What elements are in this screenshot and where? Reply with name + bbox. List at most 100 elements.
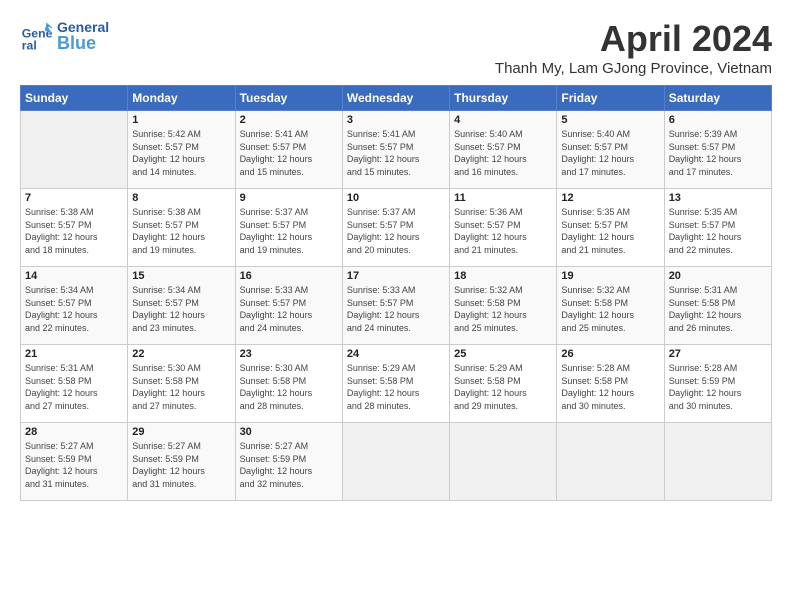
day-info: Sunrise: 5:29 AM Sunset: 5:58 PM Dayligh… xyxy=(454,362,552,412)
logo-blue-text: Blue xyxy=(57,34,109,52)
calendar-cell: 3 Sunrise: 5:41 AM Sunset: 5:57 PM Daylig… xyxy=(342,111,449,189)
calendar-cell: 14Sunrise: 5:34 AM Sunset: 5:57 PM Dayli… xyxy=(21,267,128,345)
day-number: 29 xyxy=(132,426,230,438)
calendar-title: April 2024 xyxy=(495,18,772,60)
day-info: Sunrise: 5:33 AM Sunset: 5:57 PM Dayligh… xyxy=(347,284,445,334)
calendar-cell: 9 Sunrise: 5:37 AM Sunset: 5:57 PM Daylig… xyxy=(235,189,342,267)
day-info: Sunrise: 5:42 AM Sunset: 5:57 PM Dayligh… xyxy=(132,128,230,178)
day-info: Sunrise: 5:41 AM Sunset: 5:57 PM Dayligh… xyxy=(240,128,338,178)
calendar-cell: 26 Sunrise: 5:28 AM Sunset: 5:58 PM Dayli… xyxy=(557,345,664,423)
day-number: 18 xyxy=(454,270,552,282)
calendar-header: Sunday Monday Tuesday Wednesday Thursday… xyxy=(21,86,772,111)
day-info: Sunrise: 5:27 AM Sunset: 5:59 PM Dayligh… xyxy=(25,440,123,490)
calendar-cell: 6 Sunrise: 5:39 AM Sunset: 5:57 PM Daylig… xyxy=(664,111,771,189)
calendar-cell: 10 Sunrise: 5:37 AM Sunset: 5:57 PM Dayli… xyxy=(342,189,449,267)
calendar-cell: 21 Sunrise: 5:31 AM Sunset: 5:58 PM Dayli… xyxy=(21,345,128,423)
day-info: Sunrise: 5:38 AM Sunset: 5:57 PM Dayligh… xyxy=(132,206,230,256)
calendar-cell xyxy=(664,423,771,501)
calendar-cell: 13Sunrise: 5:35 AM Sunset: 5:57 PM Dayli… xyxy=(664,189,771,267)
calendar-cell: 24 Sunrise: 5:29 AM Sunset: 5:58 PM Dayli… xyxy=(342,345,449,423)
calendar-cell: 19 Sunrise: 5:32 AM Sunset: 5:58 PM Dayli… xyxy=(557,267,664,345)
calendar-cell: 2 Sunrise: 5:41 AM Sunset: 5:57 PM Daylig… xyxy=(235,111,342,189)
day-info: Sunrise: 5:38 AM Sunset: 5:57 PM Dayligh… xyxy=(25,206,123,256)
calendar-body: 1 Sunrise: 5:42 AM Sunset: 5:57 PM Daylig… xyxy=(21,111,772,501)
day-info: Sunrise: 5:40 AM Sunset: 5:57 PM Dayligh… xyxy=(561,128,659,178)
page: Gene ral General Blue April 2024 Thanh M… xyxy=(0,0,792,511)
day-info: Sunrise: 5:36 AM Sunset: 5:57 PM Dayligh… xyxy=(454,206,552,256)
calendar-week-5: 28 Sunrise: 5:27 AM Sunset: 5:59 PM Dayli… xyxy=(21,423,772,501)
calendar-cell: 18 Sunrise: 5:32 AM Sunset: 5:58 PM Dayli… xyxy=(450,267,557,345)
day-info: Sunrise: 5:37 AM Sunset: 5:57 PM Dayligh… xyxy=(240,206,338,256)
day-number: 17 xyxy=(347,270,445,282)
calendar-week-3: 14Sunrise: 5:34 AM Sunset: 5:57 PM Dayli… xyxy=(21,267,772,345)
logo-icon: Gene ral xyxy=(20,18,55,53)
header-row: Sunday Monday Tuesday Wednesday Thursday… xyxy=(21,86,772,111)
day-number: 6 xyxy=(669,114,767,126)
day-number: 9 xyxy=(240,192,338,204)
day-info: Sunrise: 5:31 AM Sunset: 5:58 PM Dayligh… xyxy=(669,284,767,334)
day-info: Sunrise: 5:32 AM Sunset: 5:58 PM Dayligh… xyxy=(561,284,659,334)
day-number: 4 xyxy=(454,114,552,126)
day-number: 16 xyxy=(240,270,338,282)
header-saturday: Saturday xyxy=(664,86,771,111)
calendar-cell: 27Sunrise: 5:28 AM Sunset: 5:59 PM Dayli… xyxy=(664,345,771,423)
header: Gene ral General Blue April 2024 Thanh M… xyxy=(20,18,772,77)
day-number: 27 xyxy=(669,348,767,360)
day-info: Sunrise: 5:28 AM Sunset: 5:58 PM Dayligh… xyxy=(561,362,659,412)
day-number: 26 xyxy=(561,348,659,360)
logo: Gene ral General Blue xyxy=(20,18,109,53)
calendar-subtitle: Thanh My, Lam GJong Province, Vietnam xyxy=(495,60,772,77)
day-number: 3 xyxy=(347,114,445,126)
day-number: 11 xyxy=(454,192,552,204)
calendar-cell: 15Sunrise: 5:34 AM Sunset: 5:57 PM Dayli… xyxy=(128,267,235,345)
calendar-cell: 8 Sunrise: 5:38 AM Sunset: 5:57 PM Daylig… xyxy=(128,189,235,267)
calendar-cell: 30 Sunrise: 5:27 AM Sunset: 5:59 PM Dayli… xyxy=(235,423,342,501)
day-info: Sunrise: 5:27 AM Sunset: 5:59 PM Dayligh… xyxy=(240,440,338,490)
calendar-cell: 4 Sunrise: 5:40 AM Sunset: 5:57 PM Daylig… xyxy=(450,111,557,189)
day-info: Sunrise: 5:41 AM Sunset: 5:57 PM Dayligh… xyxy=(347,128,445,178)
day-number: 2 xyxy=(240,114,338,126)
day-info: Sunrise: 5:31 AM Sunset: 5:58 PM Dayligh… xyxy=(25,362,123,412)
calendar-week-1: 1 Sunrise: 5:42 AM Sunset: 5:57 PM Daylig… xyxy=(21,111,772,189)
calendar-cell: 20 Sunrise: 5:31 AM Sunset: 5:58 PM Dayli… xyxy=(664,267,771,345)
day-number: 25 xyxy=(454,348,552,360)
calendar-cell xyxy=(21,111,128,189)
svg-text:ral: ral xyxy=(22,39,37,53)
logo-general-text: General xyxy=(57,20,109,34)
calendar-cell xyxy=(450,423,557,501)
day-info: Sunrise: 5:37 AM Sunset: 5:57 PM Dayligh… xyxy=(347,206,445,256)
calendar-cell: 16Sunrise: 5:33 AM Sunset: 5:57 PM Dayli… xyxy=(235,267,342,345)
day-number: 1 xyxy=(132,114,230,126)
title-area: April 2024 Thanh My, Lam GJong Province,… xyxy=(495,18,772,77)
header-tuesday: Tuesday xyxy=(235,86,342,111)
calendar-table: Sunday Monday Tuesday Wednesday Thursday… xyxy=(20,85,772,501)
header-monday: Monday xyxy=(128,86,235,111)
header-thursday: Thursday xyxy=(450,86,557,111)
day-number: 28 xyxy=(25,426,123,438)
day-info: Sunrise: 5:35 AM Sunset: 5:57 PM Dayligh… xyxy=(561,206,659,256)
day-number: 10 xyxy=(347,192,445,204)
calendar-cell: 17 Sunrise: 5:33 AM Sunset: 5:57 PM Dayli… xyxy=(342,267,449,345)
calendar-cell: 5Sunrise: 5:40 AM Sunset: 5:57 PM Daylig… xyxy=(557,111,664,189)
header-sunday: Sunday xyxy=(21,86,128,111)
day-number: 19 xyxy=(561,270,659,282)
calendar-cell: 29Sunrise: 5:27 AM Sunset: 5:59 PM Dayli… xyxy=(128,423,235,501)
day-number: 8 xyxy=(132,192,230,204)
calendar-cell: 12Sunrise: 5:35 AM Sunset: 5:57 PM Dayli… xyxy=(557,189,664,267)
day-number: 30 xyxy=(240,426,338,438)
day-number: 22 xyxy=(132,348,230,360)
day-number: 21 xyxy=(25,348,123,360)
day-info: Sunrise: 5:29 AM Sunset: 5:58 PM Dayligh… xyxy=(347,362,445,412)
calendar-week-4: 21 Sunrise: 5:31 AM Sunset: 5:58 PM Dayli… xyxy=(21,345,772,423)
calendar-cell xyxy=(342,423,449,501)
day-number: 14 xyxy=(25,270,123,282)
day-number: 23 xyxy=(240,348,338,360)
day-info: Sunrise: 5:39 AM Sunset: 5:57 PM Dayligh… xyxy=(669,128,767,178)
day-number: 24 xyxy=(347,348,445,360)
day-number: 20 xyxy=(669,270,767,282)
day-number: 13 xyxy=(669,192,767,204)
day-info: Sunrise: 5:32 AM Sunset: 5:58 PM Dayligh… xyxy=(454,284,552,334)
calendar-cell: 7Sunrise: 5:38 AM Sunset: 5:57 PM Daylig… xyxy=(21,189,128,267)
day-info: Sunrise: 5:40 AM Sunset: 5:57 PM Dayligh… xyxy=(454,128,552,178)
calendar-cell: 11 Sunrise: 5:36 AM Sunset: 5:57 PM Dayli… xyxy=(450,189,557,267)
